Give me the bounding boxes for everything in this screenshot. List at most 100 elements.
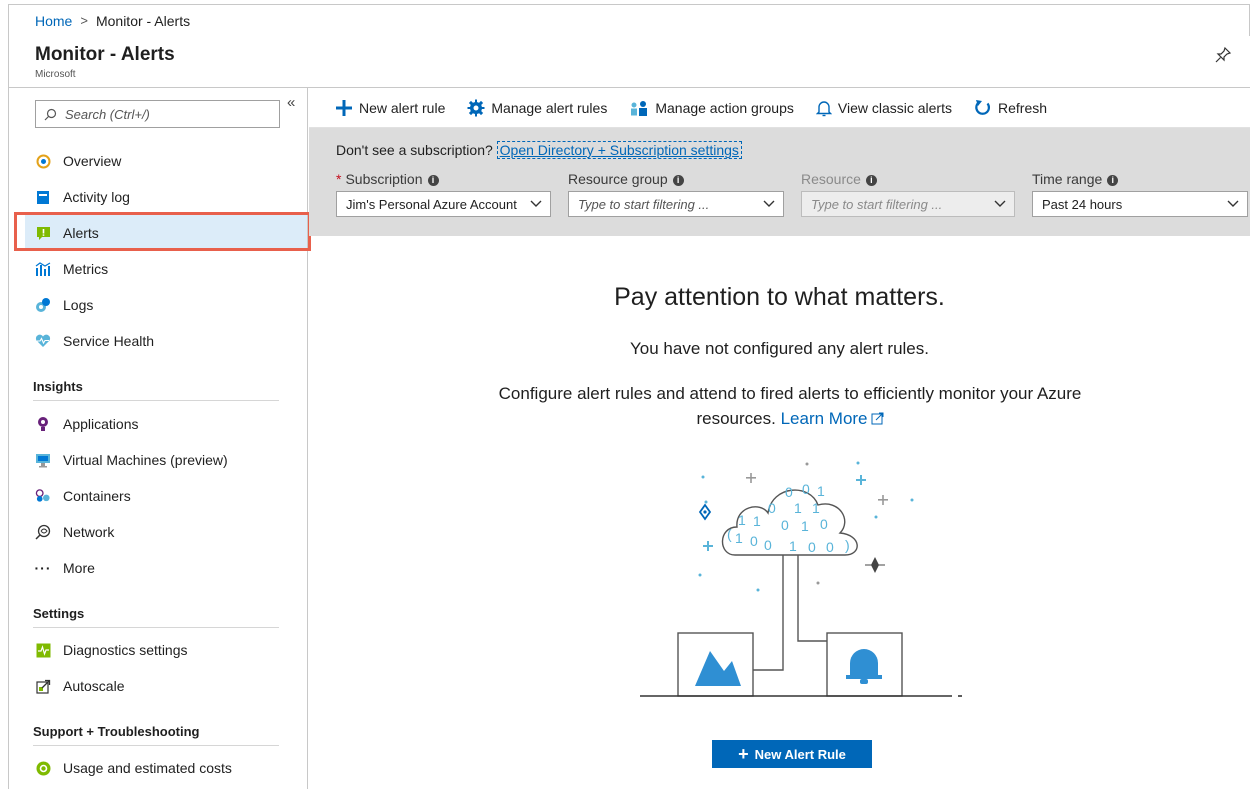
resource-group-dropdown[interactable]: Type to start filtering ... [568,191,784,217]
manage-alert-rules-label: Manage alert rules [491,99,608,116]
filter-bar: Don't see a subscription? Open Directory… [309,128,1250,236]
overview-icon [35,153,51,169]
pin-icon[interactable] [1214,46,1232,64]
chevron-down-icon [994,200,1006,207]
sidebar-item-label: Autoscale [63,678,125,694]
svg-text:1: 1 [812,500,820,516]
learn-more-link[interactable]: Learn More [781,409,884,428]
subscription-note-text: Don't see a subscription? [336,142,493,158]
svg-text:): ) [845,537,850,553]
new-alert-rule-button[interactable]: New alert rule [335,99,445,117]
sidebar-item-label: Activity log [63,189,130,205]
sidebar-item-autoscale[interactable]: Autoscale [25,668,307,704]
required-asterisk: * [336,171,342,187]
chevron-down-icon [530,200,542,207]
refresh-button[interactable]: Refresh [974,99,1047,117]
breadcrumb-home-link[interactable]: Home [35,13,72,29]
sidebar-item-label: Logs [63,297,94,313]
view-classic-alerts-button[interactable]: View classic alerts [815,99,952,117]
svg-text:0: 0 [768,500,776,516]
svg-text:0: 0 [750,533,758,549]
svg-text:1: 1 [801,518,809,534]
manage-action-groups-label: Manage action groups [655,99,794,116]
breadcrumb-separator-icon: > [80,13,88,28]
chevron-down-icon [763,200,775,207]
alerts-highlight-box [14,212,311,251]
info-icon[interactable]: i [672,174,684,186]
sidebar-item-activity-log[interactable]: Activity log [25,179,307,215]
bell-icon [815,100,832,116]
refresh-label: Refresh [998,99,1048,116]
sidebar-item-label: Containers [63,488,131,504]
sidebar-item-overview[interactable]: Overview [25,143,307,179]
activity-log-icon [35,189,51,205]
service-health-icon [35,333,51,349]
info-icon[interactable]: i [427,174,439,186]
svg-text:0: 0 [820,516,828,532]
subscription-value: Jim's Personal Azure Account [346,196,517,212]
sidebar-item-metrics[interactable]: Metrics [25,251,307,287]
sidebar-item-applications[interactable]: Applications [25,406,307,442]
sidebar-item-usage-costs[interactable]: Usage and estimated costs [25,750,307,786]
autoscale-icon [35,678,51,694]
svg-text:0: 0 [802,481,810,497]
svg-text:1: 1 [794,500,802,516]
empty-state-description: Configure alert rules and attend to fire… [470,381,1110,431]
sidebar: « Overview Activity log Alerts Metrics L… [8,88,311,789]
sidebar-item-logs[interactable]: Logs [25,287,307,323]
plus-icon [336,99,352,116]
time-range-label: Time range i [1032,171,1119,187]
page-title: Monitor - Alerts [35,44,175,65]
network-icon [35,524,51,540]
applications-icon [35,416,51,432]
sidebar-item-label: More [63,560,95,576]
manage-action-groups-button[interactable]: Manage action groups [629,99,794,117]
resource-group-placeholder: Type to start filtering ... [578,196,710,212]
resource-label: Resource i [801,171,877,187]
collapse-sidebar-icon[interactable]: « [287,94,295,111]
resource-label-text: Resource [801,171,861,187]
sidebar-item-service-health[interactable]: Service Health [25,323,307,359]
refresh-icon [975,99,990,115]
svg-text:0: 0 [785,484,793,500]
blade-header: Monitor - Alerts Microsoft [8,36,1250,88]
sidebar-item-virtual-machines[interactable]: Virtual Machines (preview) [25,442,307,478]
svg-text:1: 1 [789,538,797,554]
sidebar-item-label: Usage and estimated costs [63,760,232,776]
svg-text:(: ( [727,526,732,542]
sidebar-item-containers[interactable]: Containers [25,478,307,514]
svg-text:0: 0 [808,539,816,555]
svg-text:0: 0 [826,539,834,555]
section-heading-settings: Settings [33,606,279,628]
resource-group-label-text: Resource group [568,171,668,187]
manage-alert-rules-button[interactable]: Manage alert rules [467,99,607,117]
sidebar-item-label: Network [63,524,115,540]
metrics-icon [35,261,51,277]
info-icon[interactable]: i [1107,174,1119,186]
empty-state-subtitle: You have not configured any alert rules. [630,339,929,358]
containers-icon [35,488,51,504]
svg-text:1: 1 [735,530,743,546]
svg-text:1: 1 [753,513,761,529]
more-icon: ··· [34,560,52,576]
usage-icon [35,760,51,776]
info-icon[interactable]: i [865,174,877,186]
command-toolbar: New alert rule Manage alert rules Manage… [309,88,1250,128]
logs-icon [35,297,51,313]
sidebar-item-network[interactable]: Network [25,514,307,550]
view-classic-alerts-label: View classic alerts [837,99,952,116]
subscription-dropdown[interactable]: Jim's Personal Azure Account [336,191,551,217]
sidebar-item-more[interactable]: ··· More [25,550,307,586]
resource-dropdown[interactable]: Type to start filtering ... [801,191,1015,217]
sidebar-search[interactable] [35,100,280,128]
time-range-dropdown[interactable]: Past 24 hours [1032,191,1248,217]
page-subtitle: Microsoft [35,69,76,80]
sidebar-item-diagnostics-settings[interactable]: Diagnostics settings [25,632,307,668]
new-alert-rule-cta-label: New Alert Rule [754,746,846,762]
breadcrumb-current: Monitor - Alerts [95,12,191,29]
directory-settings-link[interactable]: Open Directory + Subscription settings [496,141,742,159]
action-groups-icon [631,100,648,116]
sidebar-item-label: Service Health [63,333,155,349]
new-alert-rule-cta-button[interactable]: + New Alert Rule [712,740,872,768]
search-input[interactable] [65,106,265,122]
